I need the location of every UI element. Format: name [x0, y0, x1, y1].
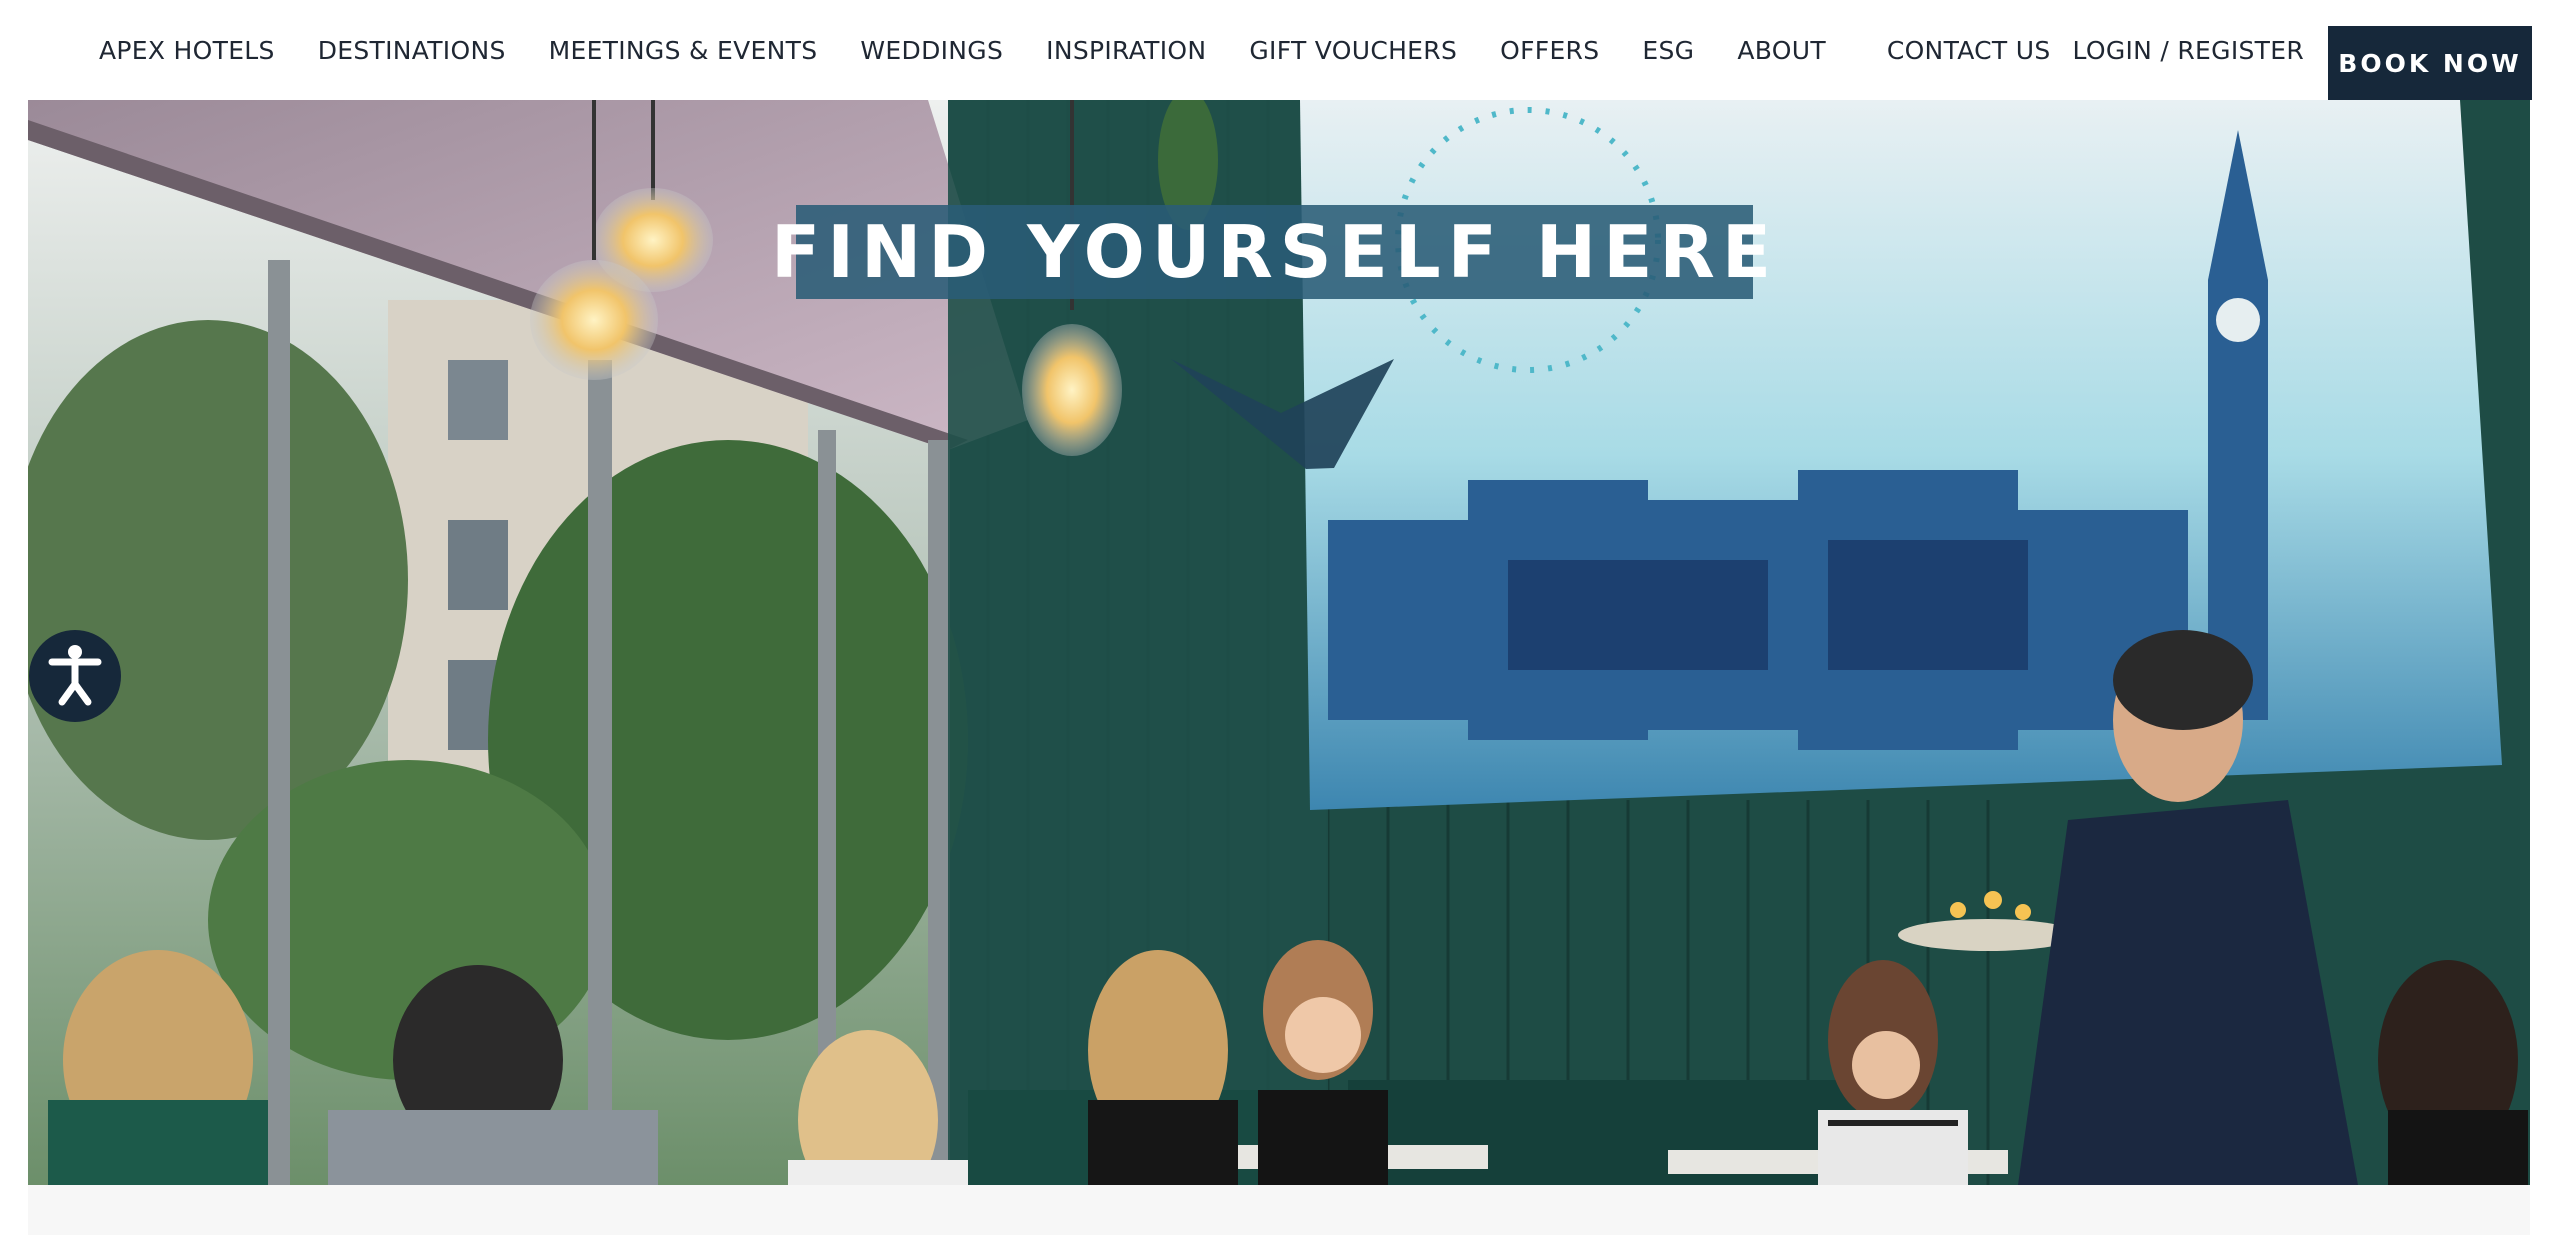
login-register-link[interactable]: LOGIN / REGISTER — [2073, 36, 2305, 65]
nav-inspiration[interactable]: INSPIRATION — [1046, 36, 1206, 65]
site-header: APEX HOTELS DESTINATIONS MEETINGS & EVEN… — [0, 0, 2560, 100]
nav-weddings[interactable]: WEDDINGS — [860, 36, 1003, 65]
utility-navigation: CONTACT US LOGIN / REGISTER — [1865, 0, 2304, 100]
hero-title: FIND YOURSELF HERE — [771, 210, 1778, 294]
contact-us-link[interactable]: CONTACT US — [1887, 36, 2051, 65]
accessibility-icon[interactable] — [28, 626, 122, 726]
main-navigation: APEX HOTELS DESTINATIONS MEETINGS & EVEN… — [99, 0, 1869, 100]
nav-destinations[interactable]: DESTINATIONS — [318, 36, 506, 65]
nav-gift-vouchers[interactable]: GIFT VOUCHERS — [1249, 36, 1457, 65]
nav-offers[interactable]: OFFERS — [1500, 36, 1599, 65]
hero-title-box: FIND YOURSELF HERE — [771, 205, 1771, 299]
book-now-button[interactable]: BOOK NOW — [2328, 26, 2532, 100]
nav-esg[interactable]: ESG — [1642, 36, 1694, 65]
content-below-fold — [28, 1185, 2530, 1235]
hero-banner: FIND YOURSELF HERE — [28, 100, 2530, 1185]
nav-about[interactable]: ABOUT — [1737, 36, 1826, 65]
nav-meetings-events[interactable]: MEETINGS & EVENTS — [549, 36, 818, 65]
chevron-down-icon[interactable] — [1171, 357, 1441, 469]
nav-apex-hotels[interactable]: APEX HOTELS — [99, 36, 275, 65]
